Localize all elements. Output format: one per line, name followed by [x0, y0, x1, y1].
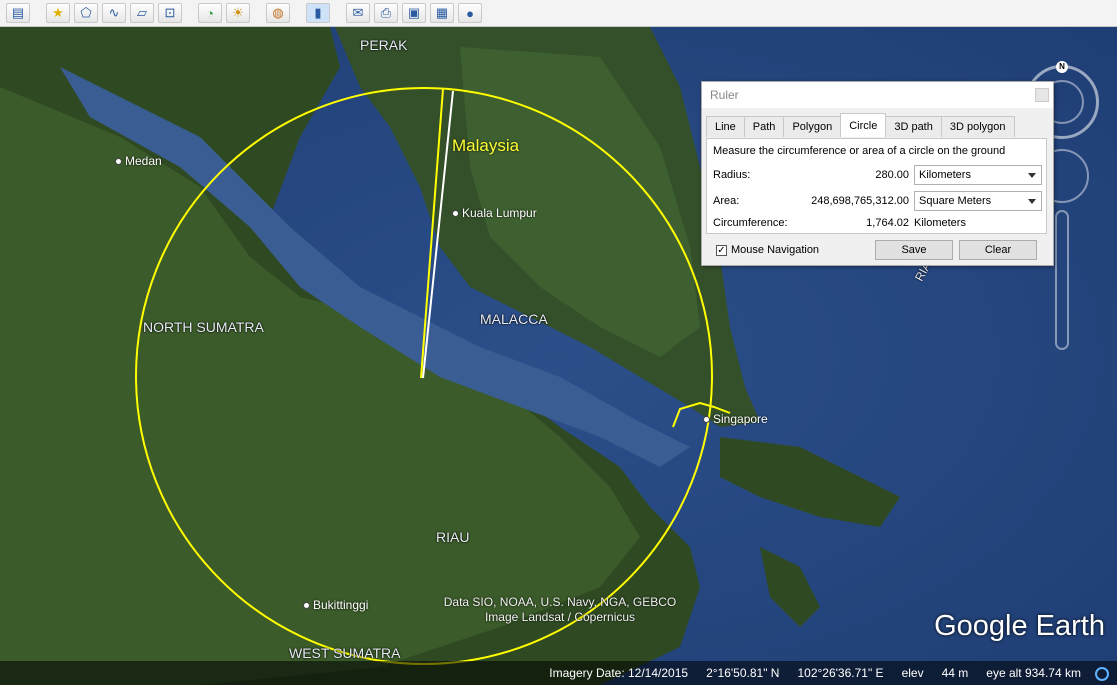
circumference-label: Circumference: [713, 217, 788, 229]
sun-icon: ☀ [232, 5, 244, 20]
status-globe-icon [1095, 667, 1109, 681]
tab-path[interactable]: Path [743, 116, 785, 137]
polygon-icon: ⬠ [80, 5, 92, 20]
add-polygon-button[interactable]: ⬠ [74, 3, 98, 23]
city-label: Singapore [713, 412, 768, 426]
map-label-riau: RIAU [436, 529, 470, 545]
north-indicator-icon[interactable]: N [1056, 61, 1068, 73]
add-image-overlay-button[interactable]: ▱ [130, 3, 154, 23]
eye-altitude: eye alt 934.74 km [986, 666, 1081, 680]
sidebar-toggle-button[interactable]: ▤ [6, 3, 30, 23]
google-earth-button[interactable]: ● [458, 3, 482, 23]
ruler-dialog: Ruler Line Path Polygon Circle 3D path 3… [701, 81, 1054, 266]
ruler-titlebar[interactable]: Ruler [702, 82, 1053, 108]
city-singapore: Singapore [703, 412, 768, 426]
planet-icon: ◍ [272, 5, 284, 20]
close-icon[interactable] [1035, 88, 1049, 102]
city-kuala-lumpur: Kuala Lumpur [452, 206, 537, 220]
radius-value: 280.00 [875, 169, 909, 181]
save-button[interactable]: Save [875, 240, 953, 260]
latitude: 2°16'50.81" N [706, 666, 780, 680]
tab-polygon[interactable]: Polygon [783, 116, 842, 137]
city-label: Kuala Lumpur [462, 206, 537, 220]
circle-description: Measure the circumference or area of a c… [713, 145, 1006, 157]
tab-3d-polygon[interactable]: 3D polygon [940, 116, 1015, 137]
map-label-north-sumatra: NORTH SUMATRA [143, 319, 264, 335]
tab-3d-path[interactable]: 3D path [885, 116, 942, 137]
city-dot-icon [452, 209, 459, 217]
map-label-malaysia: Malaysia [452, 136, 520, 155]
mouse-navigation-option[interactable]: ✓ Mouse Navigation [716, 244, 819, 256]
elevation-value: 44 m [941, 666, 969, 680]
map-label-west-sumatra: WEST SUMATRA [289, 645, 401, 661]
printer-icon: ⎙ [380, 5, 392, 20]
radius-label: Radius: [713, 169, 751, 181]
area-unit-value: Square Meters [919, 195, 992, 207]
attribution-imagery: Image Landsat / Copernicus [484, 610, 636, 624]
area-unit-select[interactable]: Square Meters [914, 191, 1042, 211]
print-button[interactable]: ⎙ [374, 3, 398, 23]
envelope-icon: ✉ [352, 5, 364, 20]
city-dot-icon [703, 415, 710, 423]
zoom-slider[interactable] [1055, 210, 1069, 350]
record-tour-button[interactable]: ⊡ [158, 3, 182, 23]
status-bar: Imagery Date: 12/14/2015 2°16'50.81" N 1… [0, 661, 1117, 685]
area-label: Area: [713, 195, 740, 207]
radius-unit-select[interactable]: Kilometers [914, 165, 1042, 185]
city-dot-icon [303, 601, 310, 609]
radius-unit-value: Kilometers [919, 169, 971, 181]
clear-button[interactable]: Clear [959, 240, 1037, 260]
city-medan: Medan [115, 154, 162, 168]
ruler-button[interactable]: ▮ [306, 3, 330, 23]
record-tour-icon: ⊡ [164, 5, 176, 20]
mouse-navigation-checkbox[interactable]: ✓ [716, 244, 727, 256]
tab-circle[interactable]: Circle [840, 113, 887, 137]
path-icon: ∿ [108, 5, 120, 20]
google-earth-logo: Google Earth [934, 610, 1105, 642]
chevron-down-icon [1028, 199, 1036, 204]
placemark-icon: ★ [52, 5, 64, 20]
globe-icon: ● [466, 5, 474, 21]
chevron-down-icon [1028, 173, 1036, 178]
circumference-unit: Kilometers [914, 217, 966, 229]
add-placemark-button[interactable]: ★ [46, 3, 70, 23]
tab-line[interactable]: Line [706, 116, 745, 137]
area-value: 248,698,765,312.00 [811, 195, 909, 207]
longitude: 102°26'36.71" E [797, 666, 884, 680]
imagery-date: Imagery Date: 12/14/2015 [549, 666, 689, 680]
planets-button[interactable]: ◍ [266, 3, 290, 23]
map-icon: ▦ [435, 5, 449, 20]
map-label-malacca: MALACCA [480, 311, 548, 327]
sidebar-icon: ▤ [11, 5, 25, 20]
city-bukittinggi: Bukittinggi [303, 598, 368, 612]
elevation-label: elev [901, 666, 924, 680]
city-label: Medan [125, 154, 162, 168]
clock-icon: ◔ [206, 5, 214, 21]
sunlight-button[interactable]: ☀ [226, 3, 250, 23]
email-button[interactable]: ✉ [346, 3, 370, 23]
historical-imagery-button[interactable]: ◔ [198, 3, 222, 23]
view-in-maps-button[interactable]: ▦ [430, 3, 454, 23]
city-label: Bukittinggi [313, 598, 369, 612]
add-path-button[interactable]: ∿ [102, 3, 126, 23]
circle-panel: Measure the circumference or area of a c… [706, 138, 1047, 234]
image-overlay-icon: ▱ [137, 5, 147, 20]
city-dot-icon [115, 157, 122, 165]
ruler-tabs: Line Path Polygon Circle 3D path 3D poly… [706, 113, 1015, 137]
ruler-title: Ruler [710, 88, 739, 102]
save-image-button[interactable]: ▣ [402, 3, 426, 23]
save-image-icon: ▣ [407, 5, 421, 20]
circumference-value: 1,764.02 [866, 217, 909, 229]
attribution-data: Data SIO, NOAA, U.S. Navy, NGA, GEBCO [443, 595, 677, 609]
toolbar: ▤ ★ ⬠ ∿ ▱ ⊡ ◔ ☀ ◍ ▮ ✉ ⎙ ▣ ▦ ● [0, 0, 1117, 27]
attribution: Data SIO, NOAA, U.S. Navy, NGA, GEBCO Im… [410, 595, 710, 625]
map-label-perak: PERAK [360, 37, 408, 53]
ruler-icon: ▮ [314, 5, 322, 20]
mouse-navigation-label: Mouse Navigation [731, 244, 820, 256]
